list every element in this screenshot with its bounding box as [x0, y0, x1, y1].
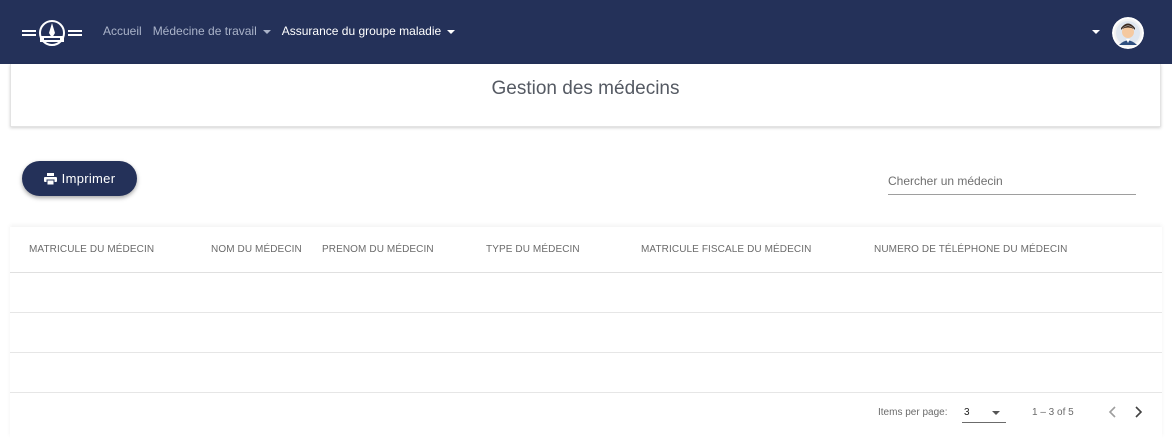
search-field: [888, 169, 1136, 195]
column-header-type[interactable]: TYPE DU MÉDECIN: [486, 244, 580, 255]
nav-link-medecine-de-travail[interactable]: Médecine de travail: [153, 24, 271, 38]
column-header-nom[interactable]: NOM DU MÉDECIN: [211, 244, 302, 255]
items-per-page-value: 3: [964, 407, 970, 418]
column-header-telephone[interactable]: NUMERO DE TÉLÉPHONE DU MÉDECIN: [874, 244, 1067, 255]
nav-link-label: Assurance du groupe maladie: [281, 24, 442, 38]
caret-down-icon: [262, 29, 271, 34]
chevron-right-icon: [1135, 406, 1143, 418]
table-row[interactable]: [10, 313, 1162, 353]
caret-down-icon: [447, 29, 456, 34]
nav-link-label: Médecine de travail: [152, 24, 257, 38]
printer-icon: [43, 172, 57, 185]
user-menu-caret-icon[interactable]: [1092, 30, 1100, 34]
chevron-down-icon: [992, 411, 1000, 415]
main-nav: Accueil Médecine de travail Assurance du…: [103, 24, 456, 38]
chevron-left-icon: [1108, 406, 1116, 418]
top-navbar: Accueil Médecine de travail Assurance du…: [0, 0, 1172, 64]
search-input[interactable]: [888, 169, 1136, 193]
brand-logo-icon[interactable]: [20, 16, 84, 50]
items-per-page-select[interactable]: 3: [962, 403, 1006, 423]
column-header-prenom[interactable]: PRENOM DU MÉDECIN: [322, 244, 434, 255]
page-title: Gestion des médecins: [491, 77, 680, 99]
print-button-label: Imprimer: [61, 171, 116, 186]
nav-link-assurance-groupe-maladie[interactable]: Assurance du groupe maladie: [281, 24, 456, 38]
nav-link-accueil[interactable]: Accueil: [103, 24, 142, 38]
table-header: MATRICULE DU MÉDECIN NOM DU MÉDECIN PREN…: [10, 227, 1162, 273]
doctors-table: MATRICULE DU MÉDECIN NOM DU MÉDECIN PREN…: [10, 227, 1162, 438]
items-per-page-label: Items per page:: [878, 407, 948, 418]
user-avatar-icon[interactable]: [1112, 17, 1144, 49]
print-button[interactable]: Imprimer: [22, 161, 137, 196]
nav-link-label: Accueil: [103, 24, 142, 38]
page-title-card: Gestion des médecins: [10, 64, 1161, 127]
next-page-button[interactable]: [1128, 402, 1148, 422]
table-row[interactable]: [10, 273, 1162, 313]
table-paginator: Items per page: 3 1 – 3 of 5: [10, 393, 1162, 438]
previous-page-button[interactable]: [1103, 402, 1123, 422]
table-row[interactable]: [10, 353, 1162, 393]
column-header-matricule-fiscale[interactable]: MATRICULE FISCALE DU MÉDECIN: [641, 244, 811, 255]
column-header-matricule[interactable]: MATRICULE DU MÉDECIN: [29, 244, 154, 255]
page-range-label: 1 – 3 of 5: [1032, 407, 1074, 418]
